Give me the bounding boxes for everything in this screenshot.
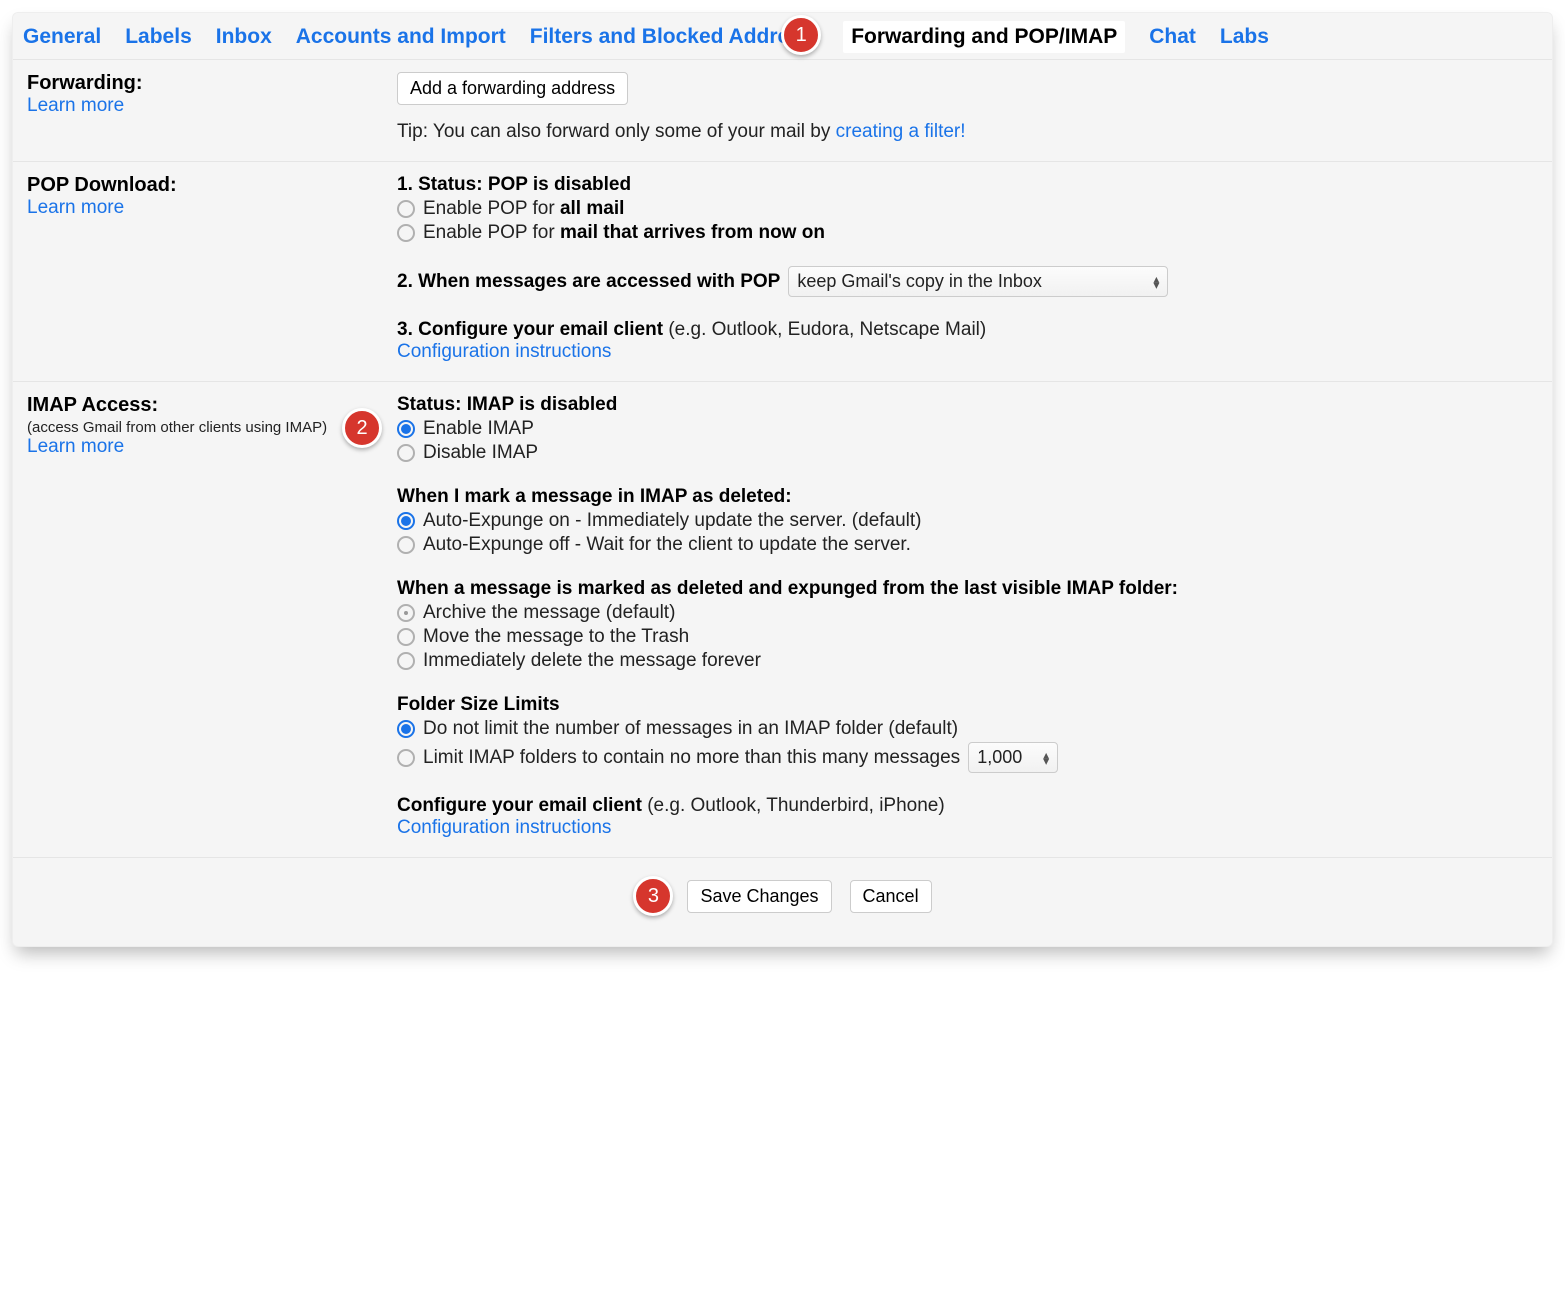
section-imap: IMAP Access: (access Gmail from other cl…	[13, 382, 1552, 858]
updown-icon: ▴▾	[1153, 276, 1159, 288]
footer: 3 Save Changes Cancel	[13, 858, 1552, 946]
pop-access-label: 2. When messages are accessed with POP	[397, 271, 780, 293]
cancel-button[interactable]: Cancel	[850, 880, 932, 913]
imap-expunge-trash-label: Move the message to the Trash	[423, 626, 689, 648]
radio-no-limit[interactable]	[397, 720, 415, 738]
radio-delete-forever[interactable]	[397, 652, 415, 670]
pop-r2-label: Enable POP for mail that arrives from no…	[423, 222, 825, 244]
pop-status-prefix: 1. Status:	[397, 174, 488, 195]
imap-mark-off-label: Auto-Expunge off - Wait for the client t…	[423, 534, 911, 556]
add-forwarding-button[interactable]: Add a forwarding address	[397, 72, 628, 105]
forwarding-tip-text: Tip: You can also forward only some of y…	[397, 121, 836, 142]
save-button[interactable]: Save Changes	[687, 880, 831, 913]
imap-mark-on-label: Auto-Expunge on - Immediately update the…	[423, 510, 922, 532]
pop-status-value: POP is disabled	[488, 174, 631, 195]
radio-expunge-on[interactable]	[397, 512, 415, 530]
imap-limit-select[interactable]: 1,000 ▴▾	[968, 742, 1058, 773]
imap-configure-label: Configure your email client	[397, 795, 642, 816]
forwarding-title: Forwarding:	[27, 72, 397, 95]
pop-learn-more[interactable]: Learn more	[27, 197, 124, 218]
tab-labels[interactable]: Labels	[125, 25, 192, 49]
pop-access-select[interactable]: keep Gmail's copy in the Inbox ▴▾	[788, 266, 1168, 297]
forwarding-learn-more[interactable]: Learn more	[27, 95, 124, 116]
radio-archive[interactable]	[397, 604, 415, 622]
tab-filters[interactable]: Filters and Blocked Addre	[530, 25, 789, 48]
pop-title: POP Download:	[27, 174, 397, 197]
imap-expunge-title: When a message is marked as deleted and …	[397, 578, 1538, 600]
callout-1: 1	[781, 15, 821, 55]
pop-configure-label: 3. Configure your email client	[397, 319, 663, 340]
callout-3: 3	[633, 876, 673, 916]
updown-icon: ▴▾	[1043, 752, 1049, 764]
radio-enable-imap[interactable]	[397, 420, 415, 438]
radio-limit[interactable]	[397, 749, 415, 767]
tab-labs[interactable]: Labs	[1220, 25, 1269, 49]
imap-mark-title: When I mark a message in IMAP as deleted…	[397, 486, 1538, 508]
imap-title: IMAP Access:	[27, 394, 397, 417]
imap-expunge-archive-label: Archive the message (default)	[423, 602, 675, 624]
pop-access-select-value: keep Gmail's copy in the Inbox	[797, 271, 1042, 292]
radio-expunge-off[interactable]	[397, 536, 415, 554]
section-pop: POP Download: Learn more 1. Status: POP …	[13, 162, 1552, 382]
imap-status-value: IMAP is disabled	[467, 394, 618, 415]
pop-configure-rest: (e.g. Outlook, Eudora, Netscape Mail)	[663, 319, 986, 340]
imap-configure-rest: (e.g. Outlook, Thunderbird, iPhone)	[642, 795, 945, 816]
imap-expunge-delete-label: Immediately delete the message forever	[423, 650, 761, 672]
imap-folder-title: Folder Size Limits	[397, 694, 1538, 716]
callout-2: 2	[342, 408, 382, 448]
imap-folder-nolimit-label: Do not limit the number of messages in a…	[423, 718, 958, 740]
imap-disable-label: Disable IMAP	[423, 442, 538, 464]
radio-disable-imap[interactable]	[397, 444, 415, 462]
settings-tabs: General Labels Inbox Accounts and Import…	[13, 13, 1552, 60]
imap-enable-label: Enable IMAP	[423, 418, 534, 440]
tab-inbox[interactable]: Inbox	[216, 25, 272, 49]
imap-limit-value: 1,000	[977, 747, 1022, 768]
imap-status-prefix: Status:	[397, 394, 467, 415]
tab-forwarding[interactable]: Forwarding and POP/IMAP	[843, 21, 1125, 53]
imap-learn-more[interactable]: Learn more	[27, 436, 124, 457]
create-filter-link[interactable]: creating a filter!	[836, 121, 966, 142]
radio-pop-now-on[interactable]	[397, 224, 415, 242]
pop-config-instructions-link[interactable]: Configuration instructions	[397, 341, 611, 362]
tab-chat[interactable]: Chat	[1149, 25, 1196, 49]
imap-folder-limit-label: Limit IMAP folders to contain no more th…	[423, 747, 960, 769]
radio-trash[interactable]	[397, 628, 415, 646]
tab-accounts[interactable]: Accounts and Import	[296, 25, 506, 49]
section-forwarding: Forwarding: Learn more Add a forwarding …	[13, 60, 1552, 162]
tab-general[interactable]: General	[23, 25, 101, 49]
pop-r1-label: Enable POP for all mail	[423, 198, 624, 220]
imap-config-instructions-link[interactable]: Configuration instructions	[397, 817, 611, 838]
radio-pop-all[interactable]	[397, 200, 415, 218]
